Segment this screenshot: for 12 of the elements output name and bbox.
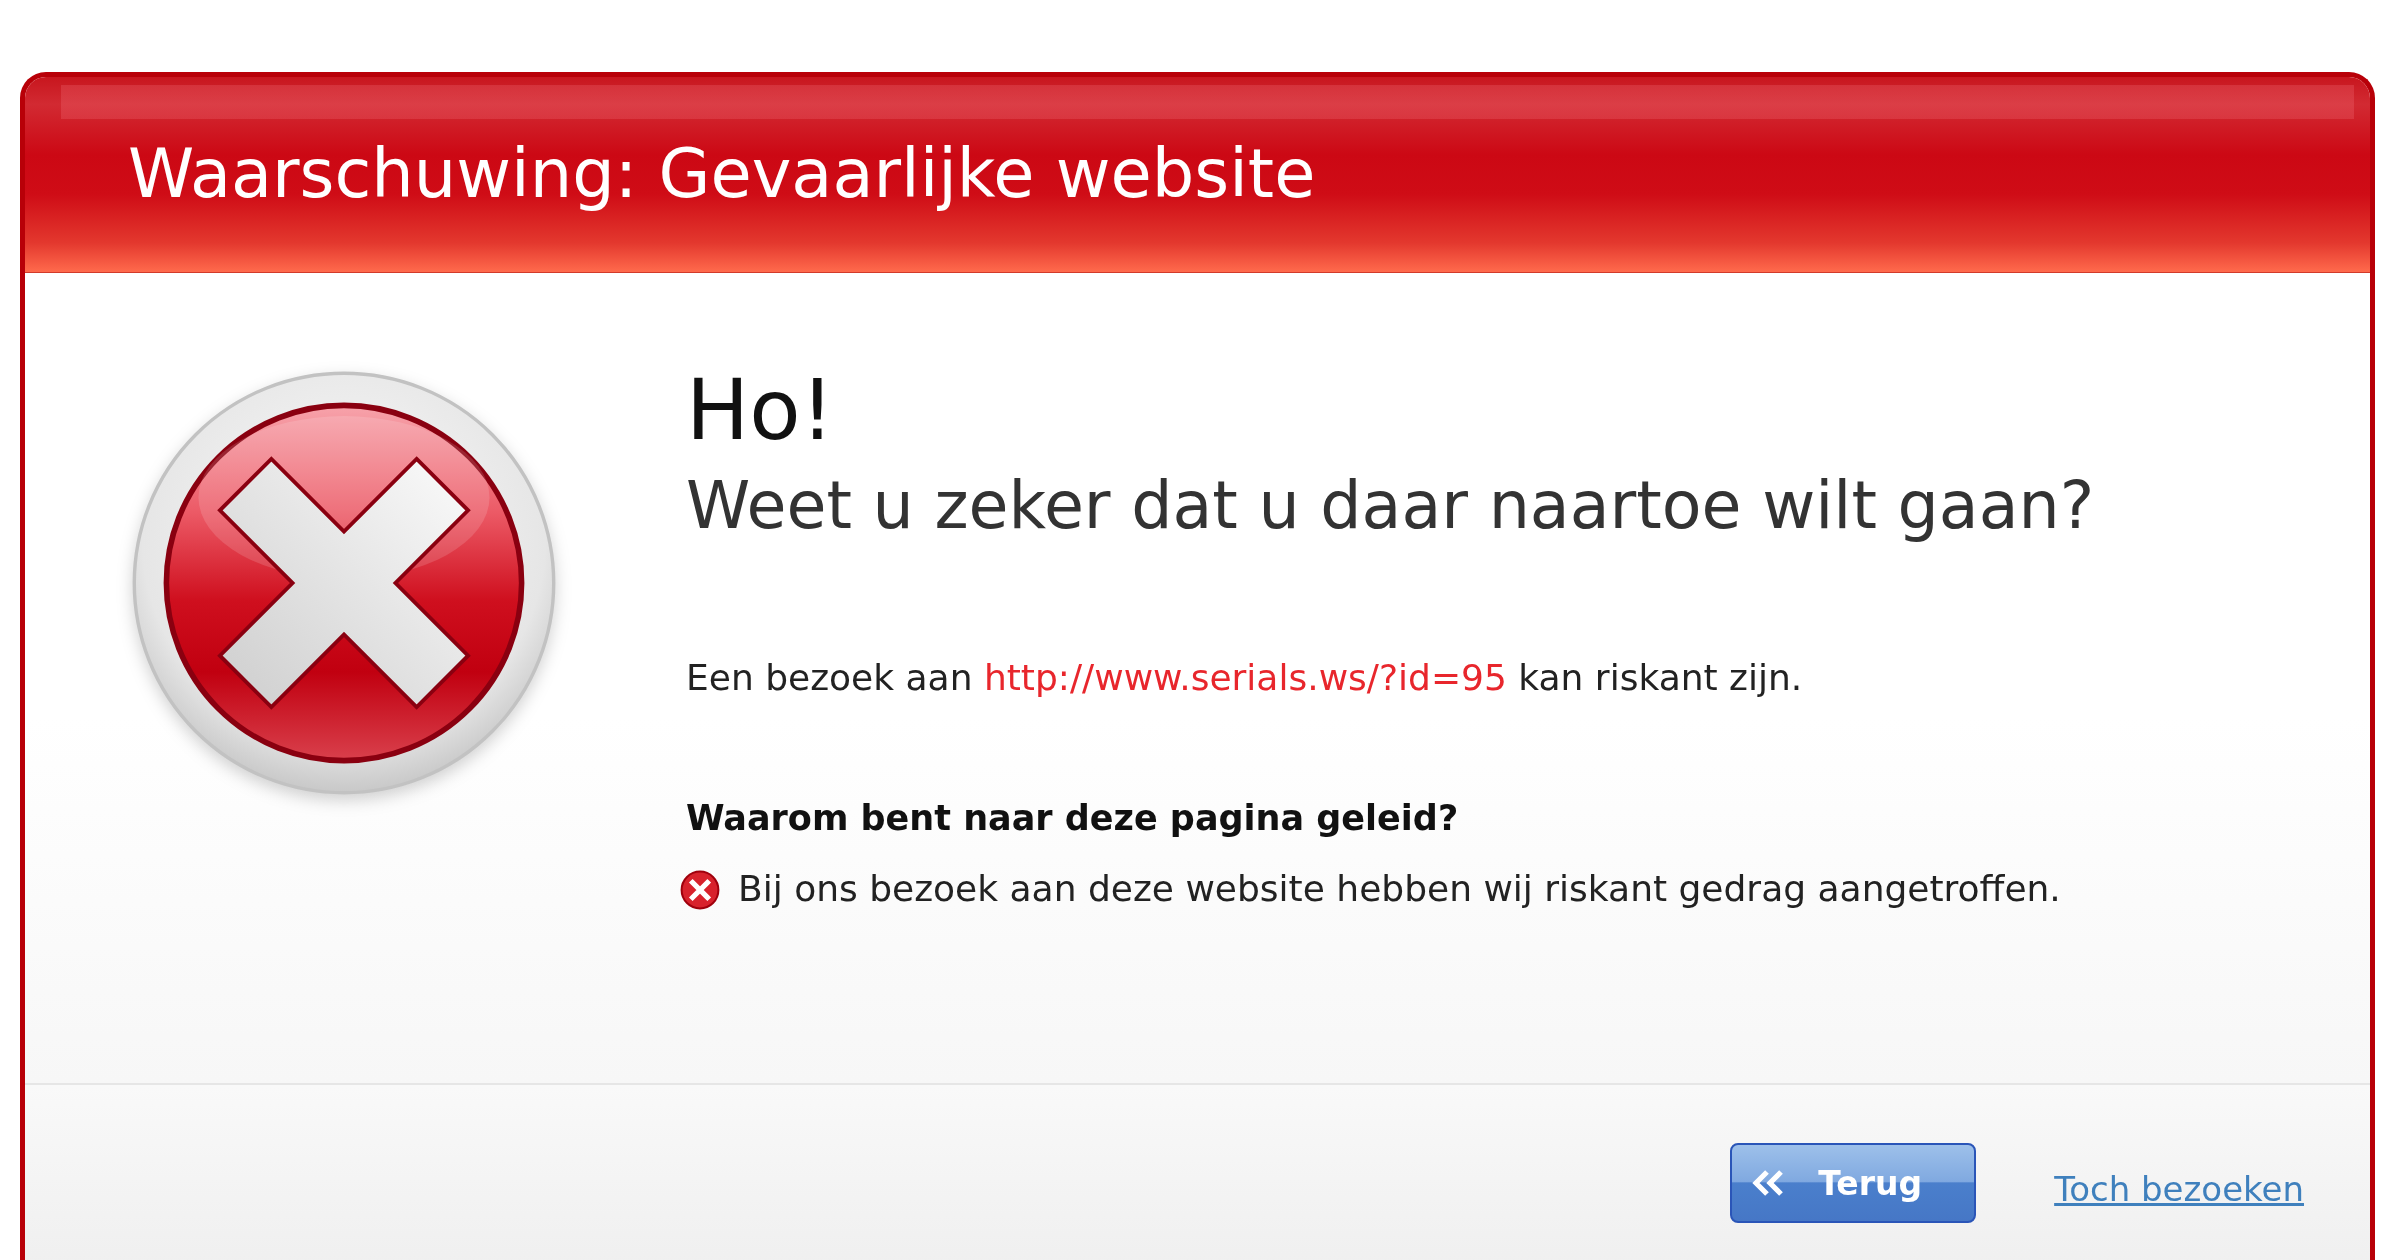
exclamation-heading: Ho! xyxy=(686,366,835,455)
error-icon xyxy=(130,369,558,797)
back-button[interactable]: Terug xyxy=(1730,1143,1977,1223)
reason-text: Bij ons bezoek aan deze website hebben wij riskant gedrag aangetroffen. xyxy=(738,867,2061,912)
question-heading: Weet u zeker dat u daar naartoe wilt gaan? xyxy=(686,467,2095,546)
reasons-heading: Waarom bent naar deze pagina geleid? xyxy=(686,797,1459,840)
site-url: http://www.serials.ws/?id=95 xyxy=(983,657,1507,699)
error-icon xyxy=(680,869,720,910)
risk-sentence: Een bezoek aan http://www.serials.ws/?id=95 kan riskant zijn. xyxy=(686,656,1803,701)
visit-anyway-link[interactable]: Toch bezoeken xyxy=(2054,1169,2304,1210)
double-chevron-icon xyxy=(1752,1169,1785,1197)
warning-title: Waarschuwing: Gevaarlijke website xyxy=(128,137,1316,212)
